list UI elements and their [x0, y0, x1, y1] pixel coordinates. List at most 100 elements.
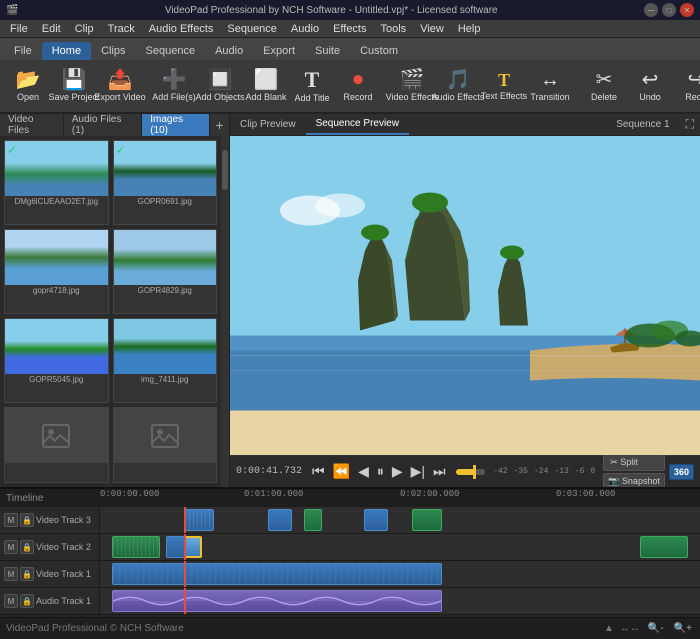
tab-custom[interactable]: Custom — [350, 42, 408, 60]
media-item[interactable]: img_7411.jpg — [113, 318, 218, 403]
audio-track-mute[interactable]: M — [4, 594, 18, 608]
playhead — [184, 534, 186, 560]
goto-end-button[interactable]: ⏭ — [431, 461, 448, 482]
scroll-thumb[interactable] — [222, 150, 228, 190]
media-thumbnail — [114, 141, 217, 196]
delete-button[interactable]: ✂ Delete — [582, 62, 626, 110]
undo-label: Undo — [639, 92, 661, 102]
clip[interactable] — [184, 509, 214, 531]
tab-audio-files[interactable]: Audio Files (1) — [64, 114, 142, 136]
track-3-content[interactable] — [100, 507, 700, 533]
menu-file[interactable]: File — [4, 22, 34, 36]
media-item[interactable] — [113, 407, 218, 483]
tab-sequence-preview[interactable]: Sequence Preview — [306, 114, 409, 135]
rewind-button[interactable]: ⏪ — [331, 461, 352, 482]
open-button[interactable]: 📂 Open — [6, 62, 50, 110]
audio-track-content[interactable] — [100, 588, 700, 614]
menu-edit[interactable]: Edit — [36, 22, 67, 36]
menu-tools[interactable]: Tools — [375, 22, 413, 36]
minimize-button[interactable]: ─ — [644, 3, 658, 17]
media-item[interactable]: gopr4718.jpg — [4, 229, 109, 314]
clip[interactable] — [364, 509, 388, 531]
menu-sequence[interactable]: Sequence — [221, 22, 283, 36]
menu-help[interactable]: Help — [452, 22, 487, 36]
menu-audio-effects[interactable]: Audio Effects — [143, 22, 220, 36]
360-button[interactable]: 360 — [669, 464, 694, 480]
video-effects-button[interactable]: 🎬 Video Effects — [390, 62, 434, 110]
tab-audio[interactable]: Audio — [205, 42, 253, 60]
save-project-button[interactable]: 💾 Save Project — [52, 62, 96, 110]
add-file-button[interactable]: ➕ Add File(s) — [152, 62, 196, 110]
add-blank-button[interactable]: ⬜ Add Blank — [244, 62, 288, 110]
track-1-lock[interactable]: 🔒 — [20, 567, 34, 581]
record-button[interactable]: ⏺ Record — [336, 62, 380, 110]
audio-track-lock[interactable]: 🔒 — [20, 594, 34, 608]
menu-effects[interactable]: Effects — [327, 22, 372, 36]
play-button[interactable]: ▶ — [390, 461, 405, 482]
clip[interactable] — [640, 536, 688, 558]
media-item[interactable] — [4, 407, 109, 483]
media-item[interactable]: ✓ DMg6lCUEAAO2ET.jpg — [4, 140, 109, 225]
audio-clip[interactable] — [112, 590, 442, 612]
fullscreen-button[interactable]: ⛶ — [680, 117, 700, 132]
redo-button[interactable]: ↪ Redo — [674, 62, 700, 110]
clip[interactable] — [112, 536, 160, 558]
clip[interactable] — [412, 509, 442, 531]
step-back-button[interactable]: ◀ — [356, 461, 371, 482]
tab-export[interactable]: Export — [253, 42, 305, 60]
zoom-out-button[interactable]: 🔍- — [646, 623, 666, 634]
transition-button[interactable]: ↔ Transition — [528, 62, 572, 110]
track-2-mute[interactable]: M — [4, 540, 18, 554]
close-button[interactable]: ✕ — [680, 3, 694, 17]
clip-selected[interactable] — [184, 536, 202, 558]
clip[interactable] — [112, 563, 442, 585]
split-button[interactable]: ✂ Split — [603, 454, 665, 471]
add-tab-button[interactable]: + — [210, 117, 229, 133]
text-effects-button[interactable]: T Text Effects — [482, 62, 526, 110]
menu-audio[interactable]: Audio — [285, 22, 325, 36]
audio-effects-label: Audio Effects — [432, 92, 485, 102]
zoom-in-button[interactable]: 🔍+ — [672, 623, 694, 634]
audio-track-label: Audio Track 1 — [36, 596, 95, 606]
tab-images[interactable]: Images (10) — [142, 114, 210, 136]
tab-home[interactable]: Home — [42, 42, 91, 60]
timeline-ruler: 0:00:00.000 0:01:00.000 0:02:00.000 0:03… — [100, 489, 700, 507]
progress-bar[interactable] — [456, 469, 486, 475]
add-objects-button[interactable]: 🔲 Add Objects — [198, 62, 242, 110]
menu-clip[interactable]: Clip — [69, 22, 100, 36]
clip[interactable] — [304, 509, 322, 531]
step-forward-button[interactable]: ▶| — [409, 461, 427, 482]
menu-track[interactable]: Track — [102, 22, 141, 36]
scrollbar[interactable] — [221, 136, 229, 487]
clip[interactable] — [268, 509, 292, 531]
add-title-button[interactable]: T Add Title — [290, 62, 334, 110]
undo-icon: ↩ — [642, 70, 659, 90]
tab-clip-preview[interactable]: Clip Preview — [230, 114, 306, 135]
tab-suite[interactable]: Suite — [305, 42, 350, 60]
audio-effects-button[interactable]: 🎵 Audio Effects — [436, 62, 480, 110]
pause-button[interactable]: ⏸ — [375, 461, 386, 482]
track-2-lock[interactable]: 🔒 — [20, 540, 34, 554]
track-3-mute[interactable]: M — [4, 513, 18, 527]
goto-start-button[interactable]: ⏮ — [310, 461, 327, 482]
track-1-content[interactable] — [100, 561, 700, 587]
transport-timecode: 0:00:41.732 — [236, 466, 302, 477]
media-filename: GOPR4829.jpg — [114, 285, 217, 296]
track-3-lock[interactable]: 🔒 — [20, 513, 34, 527]
tab-sequence[interactable]: Sequence — [136, 42, 206, 60]
tab-clips[interactable]: Clips — [91, 42, 135, 60]
media-item[interactable]: GOPR5045.jpg — [4, 318, 109, 403]
tab-video-files[interactable]: Video Files — [0, 114, 64, 136]
maximize-button[interactable]: □ — [662, 3, 676, 17]
track-1-mute[interactable]: M — [4, 567, 18, 581]
status-scroll-h[interactable]: ↔↔ — [620, 623, 640, 634]
media-item[interactable]: ✓ GOPR0691.jpg — [113, 140, 218, 225]
tab-file[interactable]: File — [4, 42, 42, 60]
main-toolbar: 📂 Open 💾 Save Project 📤 Export Video ➕ A… — [0, 60, 700, 114]
transport-tools: ✂ Split 📷 Snapshot — [603, 454, 665, 490]
undo-button[interactable]: ↩ Undo — [628, 62, 672, 110]
export-video-button[interactable]: 📤 Export Video — [98, 62, 142, 110]
track-2-content[interactable] — [100, 534, 700, 560]
media-item[interactable]: GOPR4829.jpg — [113, 229, 218, 314]
menu-view[interactable]: View — [414, 22, 450, 36]
